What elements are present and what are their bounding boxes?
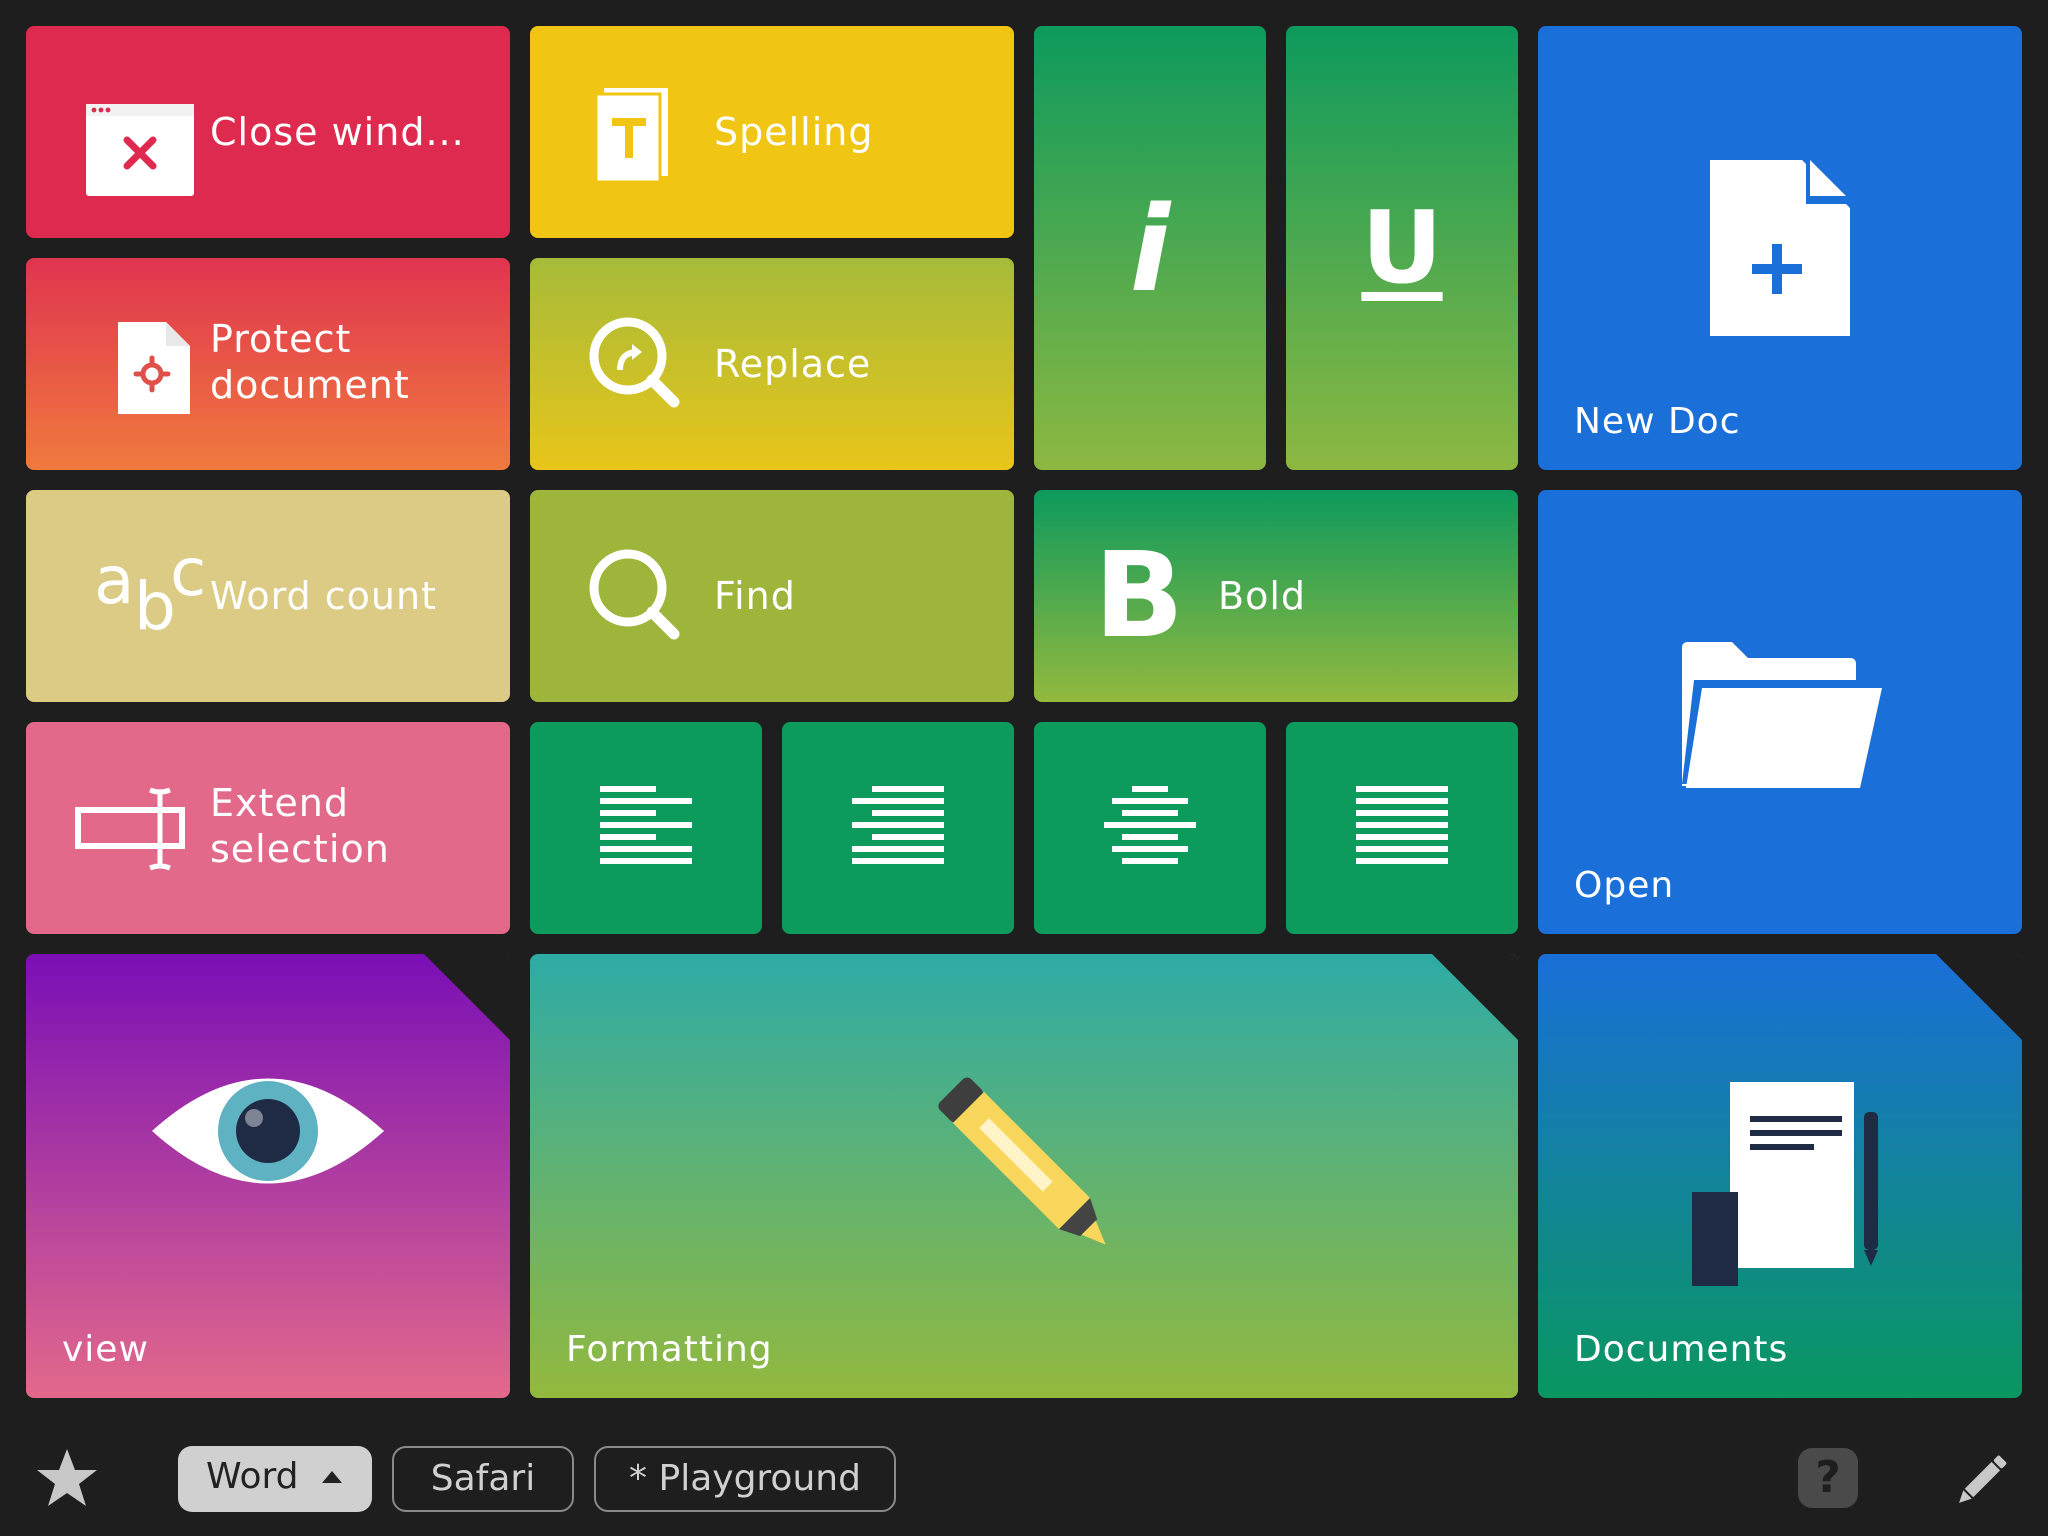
new-doc-tile[interactable]: New Doc: [1538, 26, 2022, 470]
align-left-tile[interactable]: [530, 722, 762, 934]
close-window-icon: [82, 90, 198, 204]
spelling-book-icon: [592, 84, 672, 188]
extend-selection-tile[interactable]: Extend selection: [26, 722, 510, 934]
extend-selection-icon: [72, 784, 202, 878]
word-count-label: Word count: [210, 574, 437, 618]
abc-letter-c: c: [170, 534, 207, 611]
documents-label: Documents: [1574, 1329, 1789, 1370]
close-window-tile[interactable]: Close wind...: [26, 26, 510, 238]
view-tile-corner: [424, 954, 510, 1040]
word-count-tile[interactable]: a b c Word count: [26, 490, 510, 702]
documents-tile-corner: [1936, 954, 2022, 1040]
underline-icon: U: [1361, 189, 1443, 306]
caret-up-icon: [320, 1443, 344, 1505]
folder-icon: [1680, 640, 1884, 794]
formatting-label: Formatting: [566, 1329, 773, 1370]
tab-safari[interactable]: Safari: [392, 1446, 574, 1512]
align-justify-icon: [1356, 784, 1448, 876]
extend-selection-label-line2: selection: [210, 827, 390, 871]
protect-document-tile[interactable]: Protect document: [26, 258, 510, 470]
tab-word-label: Word: [206, 1456, 299, 1497]
replace-icon: [586, 314, 686, 418]
edit-pencil-icon[interactable]: [1950, 1450, 2012, 1516]
favorites-star-icon[interactable]: [34, 1446, 100, 1516]
align-center-icon: [1104, 784, 1196, 876]
close-window-label: Close wind...: [210, 110, 465, 154]
align-left-icon: [600, 784, 692, 876]
tab-playground-label: * Playground: [629, 1458, 861, 1499]
align-right-tile[interactable]: [782, 722, 1014, 934]
view-tile[interactable]: view: [26, 954, 510, 1398]
underline-tile[interactable]: U: [1286, 26, 1518, 470]
question-mark-icon: ?: [1815, 1452, 1841, 1503]
highlighter-pen-icon: [920, 1064, 1140, 1278]
tab-safari-label: Safari: [430, 1458, 536, 1499]
replace-label: Replace: [714, 342, 872, 386]
bold-label: Bold: [1218, 574, 1306, 618]
tab-word[interactable]: Word: [178, 1446, 372, 1512]
protect-document-label-line1: Protect: [210, 317, 352, 361]
help-button[interactable]: ?: [1798, 1448, 1858, 1508]
new-document-icon: [1706, 156, 1854, 344]
view-label: view: [62, 1329, 149, 1370]
italic-tile[interactable]: i: [1034, 26, 1266, 470]
abc-icon: a b c: [66, 534, 206, 654]
find-label: Find: [714, 574, 796, 618]
documents-tile[interactable]: Documents: [1538, 954, 2022, 1398]
protect-document-icon: [114, 318, 194, 422]
open-tile[interactable]: Open: [1538, 490, 2022, 934]
spelling-tile[interactable]: Spelling: [530, 26, 1014, 238]
align-justify-tile[interactable]: [1286, 722, 1518, 934]
replace-tile[interactable]: Replace: [530, 258, 1014, 470]
open-label: Open: [1574, 865, 1675, 906]
search-icon: [586, 546, 686, 650]
abc-letter-a: a: [94, 542, 135, 619]
align-center-tile[interactable]: [1034, 722, 1266, 934]
protect-document-label-line2: document: [210, 363, 410, 407]
formatting-tile-corner: [1432, 954, 1518, 1040]
spelling-label: Spelling: [714, 110, 874, 154]
bold-tile[interactable]: B Bold: [1034, 490, 1518, 702]
documents-pen-icon: [1688, 1080, 1888, 1294]
bold-icon: B: [1094, 526, 1184, 664]
italic-icon: i: [1129, 180, 1171, 318]
find-tile[interactable]: Find: [530, 490, 1014, 702]
align-right-icon: [852, 784, 944, 876]
extend-selection-label-line1: Extend: [210, 781, 349, 825]
eye-icon: [150, 1066, 386, 1200]
tab-playground[interactable]: * Playground: [594, 1446, 896, 1512]
formatting-tile[interactable]: Formatting: [530, 954, 1518, 1398]
new-doc-label: New Doc: [1574, 401, 1741, 442]
